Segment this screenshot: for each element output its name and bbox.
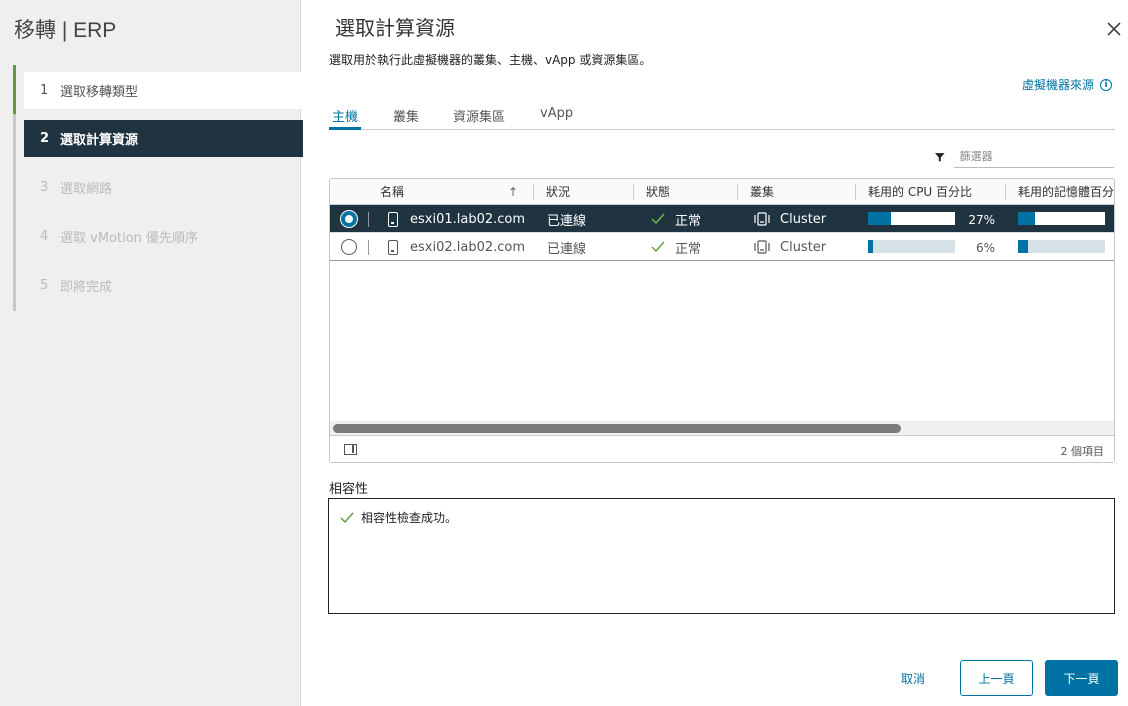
grid-footer: 2 個項目 [330, 435, 1114, 462]
step-2[interactable]: 2 選取計算資源 [24, 120, 303, 157]
host-name: esxi01.lab02.com [410, 211, 526, 227]
step-list: 1 選取移轉類型 2 選取計算資源 3 選取網路 4 選取 vMotion 優先… [13, 65, 303, 311]
cpu-usage-fill [868, 212, 892, 225]
column-header-memory[interactable]: 耗用的記憶體百分 [1006, 179, 1114, 205]
step-label: 選取移轉類型 [60, 85, 139, 100]
step-number: 2 [40, 131, 50, 146]
item-count: 2 個項目 [1060, 445, 1105, 458]
check-icon [651, 213, 665, 225]
state-label: 正常 [675, 241, 702, 257]
row-select-radio[interactable] [341, 239, 357, 255]
wizard-sidebar: 移轉 | ERP 1 選取移轉類型 2 選取計算資源 3 選取網路 4 選取 v… [0, 0, 303, 706]
vm-source-link[interactable]: 虛擬機器來源 i [1022, 76, 1112, 93]
host-name-cell[interactable]: esxi02.lab02.com [388, 233, 533, 261]
status-cell: 已連線 [547, 241, 587, 257]
next-button[interactable]: 下一頁 [1045, 660, 1118, 696]
cluster-name: Cluster [780, 239, 827, 255]
step-number: 1 [40, 83, 49, 98]
step-4: 4 選取 vMotion 優先順序 [24, 218, 303, 255]
migrate-wizard: 移轉 | ERP 1 選取移轉類型 2 選取計算資源 3 選取網路 4 選取 v… [0, 0, 1128, 706]
memory-usage-bar [1018, 240, 1105, 253]
status-cell: 已連線 [547, 213, 587, 229]
row-divider [368, 240, 369, 255]
step-number: 3 [40, 180, 49, 195]
step-number: 5 [40, 278, 49, 293]
step-1[interactable]: 1 選取移轉類型 [24, 72, 303, 109]
cluster-icon [754, 212, 770, 226]
filter-input[interactable] [953, 145, 1114, 168]
wizard-title: 移轉 | ERP [14, 19, 117, 42]
host-name-cell[interactable]: esxi01.lab02.com [388, 205, 533, 233]
step-number: 4 [40, 229, 49, 244]
state-cell: 正常 [651, 233, 737, 261]
sort-ascending-icon[interactable]: ↑ [508, 179, 518, 205]
table-row[interactable]: esxi01.lab02.com 已連線 正常 Cluster 27% [330, 205, 1114, 233]
tab-resource-pools[interactable]: 資源集區 [450, 104, 508, 130]
step-label: 選取 vMotion 優先順序 [60, 231, 199, 246]
row-divider [368, 212, 369, 227]
row-select-radio[interactable] [341, 211, 357, 227]
column-header-cluster[interactable]: 叢集 [738, 179, 856, 205]
cpu-usage-bar [868, 240, 955, 253]
state-cell: 正常 [651, 205, 737, 233]
cpu-usage-percent: 27% [968, 213, 995, 227]
horizontal-scrollbar[interactable] [330, 421, 1114, 435]
cancel-button[interactable]: 取消 [889, 660, 937, 696]
cluster-cell[interactable]: Cluster [754, 233, 854, 261]
step-label: 選取計算資源 [60, 133, 139, 148]
column-toggle-icon[interactable] [344, 444, 357, 455]
column-header-cpu[interactable]: 耗用的 CPU 百分比 [856, 179, 1006, 205]
state-label: 正常 [675, 213, 702, 229]
step-label: 選取網路 [60, 182, 113, 197]
column-header-state[interactable]: 狀態 [634, 179, 738, 205]
close-icon[interactable] [1105, 20, 1123, 38]
compatibility-text: 相容性檢查成功。 [361, 511, 458, 525]
cluster-cell[interactable]: Cluster [754, 205, 854, 233]
memory-usage-fill [1018, 212, 1035, 225]
host-name: esxi02.lab02.com [410, 239, 526, 255]
cluster-icon [754, 240, 770, 254]
filter-icon [934, 152, 945, 161]
step-3: 3 選取網路 [24, 169, 303, 206]
step-label: 即將完成 [60, 280, 113, 295]
memory-usage-bar [1018, 212, 1105, 225]
tab-clusters[interactable]: 叢集 [390, 104, 422, 130]
filter-box [934, 145, 1114, 168]
tab-vapp[interactable]: vApp [537, 104, 576, 130]
compatibility-message: 相容性檢查成功。 [340, 509, 457, 526]
compatibility-label: 相容性 [329, 482, 369, 497]
step-complete-indicator [13, 65, 16, 114]
vm-source-label: 虛擬機器來源 [1021, 78, 1094, 92]
compatibility-panel: 相容性檢查成功。 [328, 498, 1115, 614]
host-grid: 名稱 ↑ 狀況 狀態 叢集 耗用的 CPU 百分比 耗用的記憶體百分 esxi0… [329, 178, 1115, 463]
check-icon [340, 512, 354, 523]
cpu-usage-bar [868, 212, 955, 225]
back-button[interactable]: 上一頁 [960, 660, 1033, 696]
host-icon [388, 211, 398, 227]
page-subtitle: 選取用於執行此虛擬機器的叢集、主機、vApp 或資源集區。 [329, 53, 652, 67]
resource-tabs: 主機 叢集 資源集區 vApp [329, 104, 1115, 130]
cpu-usage-percent: 6% [975, 241, 995, 255]
host-icon [388, 239, 398, 255]
scrollbar-thumb[interactable] [333, 424, 901, 433]
tab-hosts[interactable]: 主機 [329, 104, 362, 130]
column-header-name[interactable]: 名稱 [368, 179, 523, 205]
info-icon: i [1100, 78, 1112, 91]
table-row[interactable]: esxi02.lab02.com 已連線 正常 Cluster 6% [330, 233, 1114, 261]
page-title: 選取計算資源 [335, 16, 455, 40]
column-header-status[interactable]: 狀況 [534, 179, 634, 205]
cpu-usage-fill [868, 240, 874, 253]
memory-usage-fill [1018, 240, 1028, 253]
grid-header: 名稱 ↑ 狀況 狀態 叢集 耗用的 CPU 百分比 耗用的記憶體百分 [330, 179, 1114, 205]
wizard-main: 選取計算資源 選取用於執行此虛擬機器的叢集、主機、vApp 或資源集區。 虛擬機… [301, 0, 1128, 706]
step-5: 5 即將完成 [24, 267, 303, 304]
check-icon [651, 241, 665, 253]
cluster-name: Cluster [780, 211, 827, 227]
